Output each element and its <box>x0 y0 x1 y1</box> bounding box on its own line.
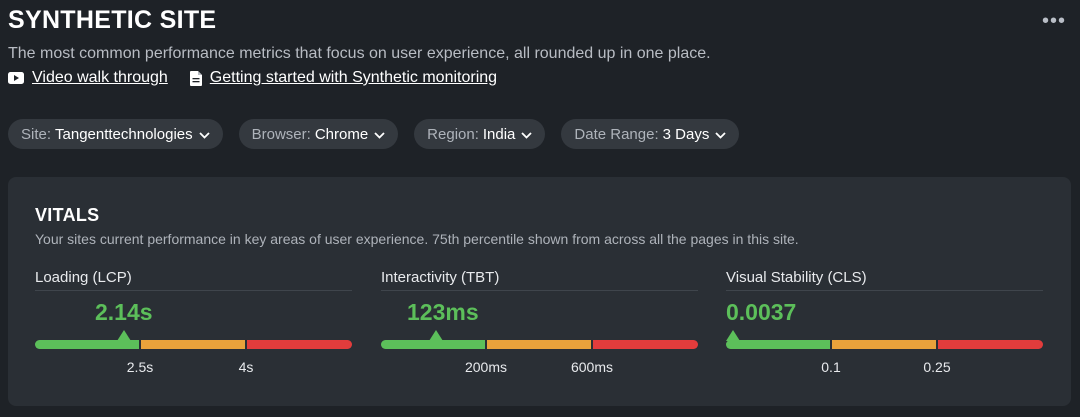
metric-divider <box>381 290 698 291</box>
gauge-marker <box>117 330 131 341</box>
gauge-good-segment <box>35 340 140 349</box>
metric-gauge <box>726 330 1043 349</box>
chevron-down-icon <box>374 126 385 143</box>
synthetic-site-page: SYNTHETIC SITE ••• The most common perfo… <box>0 0 1080 417</box>
video-walkthrough-link[interactable]: Video walk through <box>8 69 168 87</box>
filter-value: 3 Days <box>662 125 710 143</box>
gauge-needs-improvement-segment <box>140 340 246 349</box>
gauge-poor-segment <box>246 340 352 349</box>
threshold-label: 4s <box>238 359 254 375</box>
metric-cls: Visual Stability (CLS) 0.0037 0.1 0.25 <box>726 269 1043 379</box>
gauge-separator <box>830 340 832 349</box>
gauge-marker <box>429 330 443 341</box>
metric-value: 2.14s <box>95 299 153 325</box>
threshold-label: 0.1 <box>821 359 841 375</box>
gauge-poor-segment <box>592 340 698 349</box>
more-icon[interactable]: ••• <box>1042 10 1066 33</box>
page-subtitle: The most common performance metrics that… <box>8 45 711 62</box>
getting-started-link[interactable]: Getting started with Synthetic monitorin… <box>189 69 498 87</box>
threshold-label: 600ms <box>570 359 614 375</box>
region-filter-dropdown[interactable]: Region: India <box>414 119 546 149</box>
filter-label: Date Range: <box>574 125 659 143</box>
metric-tbt: Interactivity (TBT) 123ms 200ms 600ms <box>381 269 698 379</box>
gauge-separator <box>936 340 938 349</box>
page-title: SYNTHETIC SITE <box>8 6 217 34</box>
help-links: Video walk through Getting started with … <box>8 69 497 87</box>
metric-label: Interactivity (TBT) <box>381 269 500 286</box>
vitals-card: VITALS Your sites current performance in… <box>8 177 1071 406</box>
metric-value: 0.0037 <box>726 299 797 325</box>
browser-filter-dropdown[interactable]: Browser: Chrome <box>238 119 399 149</box>
video-icon <box>8 72 24 84</box>
vitals-subtitle: Your sites current performance in key ar… <box>35 231 799 247</box>
video-walkthrough-label: Video walk through <box>32 69 168 86</box>
gauge-needs-improvement-segment <box>486 340 592 349</box>
filter-label: Browser: <box>251 125 311 143</box>
gauge-good-segment <box>381 340 486 349</box>
metric-value: 123ms <box>407 299 479 325</box>
gauge-separator <box>245 340 247 349</box>
metric-divider <box>35 290 352 291</box>
filter-label: Region: <box>427 125 479 143</box>
threshold-label: 200ms <box>464 359 508 375</box>
vitals-title: VITALS <box>35 205 100 225</box>
gauge-poor-segment <box>937 340 1043 349</box>
metric-label: Loading (LCP) <box>35 269 132 286</box>
metric-divider <box>726 290 1043 291</box>
getting-started-label: Getting started with Synthetic monitorin… <box>209 69 498 86</box>
metric-gauge <box>35 330 352 349</box>
filter-value: India <box>482 125 516 143</box>
filter-value: Tangenttechnologies <box>55 125 193 143</box>
chevron-down-icon <box>198 126 210 143</box>
threshold-label: 0.25 <box>923 359 951 375</box>
gauge-separator <box>139 340 141 349</box>
filter-label: Site: <box>21 125 52 143</box>
gauge-needs-improvement-segment <box>831 340 937 349</box>
chevron-down-icon <box>521 126 533 143</box>
site-filter-dropdown[interactable]: Site: Tangenttechnologies <box>8 119 223 149</box>
gauge-separator <box>591 340 593 349</box>
gauge-marker <box>726 330 740 341</box>
threshold-label: 2.5s <box>126 359 154 375</box>
filter-bar: Site: Tangenttechnologies Browser: Chrom… <box>8 119 740 149</box>
filter-value: Chrome <box>314 125 369 143</box>
metric-lcp: Loading (LCP) 2.14s 2.5s 4s <box>35 269 352 379</box>
chevron-down-icon <box>715 126 726 143</box>
date-range-filter-dropdown[interactable]: Date Range: 3 Days <box>561 119 740 149</box>
metric-gauge <box>381 330 698 349</box>
gauge-good-segment <box>726 340 831 349</box>
gauge-separator <box>485 340 487 349</box>
metric-label: Visual Stability (CLS) <box>726 269 867 286</box>
document-icon <box>189 70 202 86</box>
